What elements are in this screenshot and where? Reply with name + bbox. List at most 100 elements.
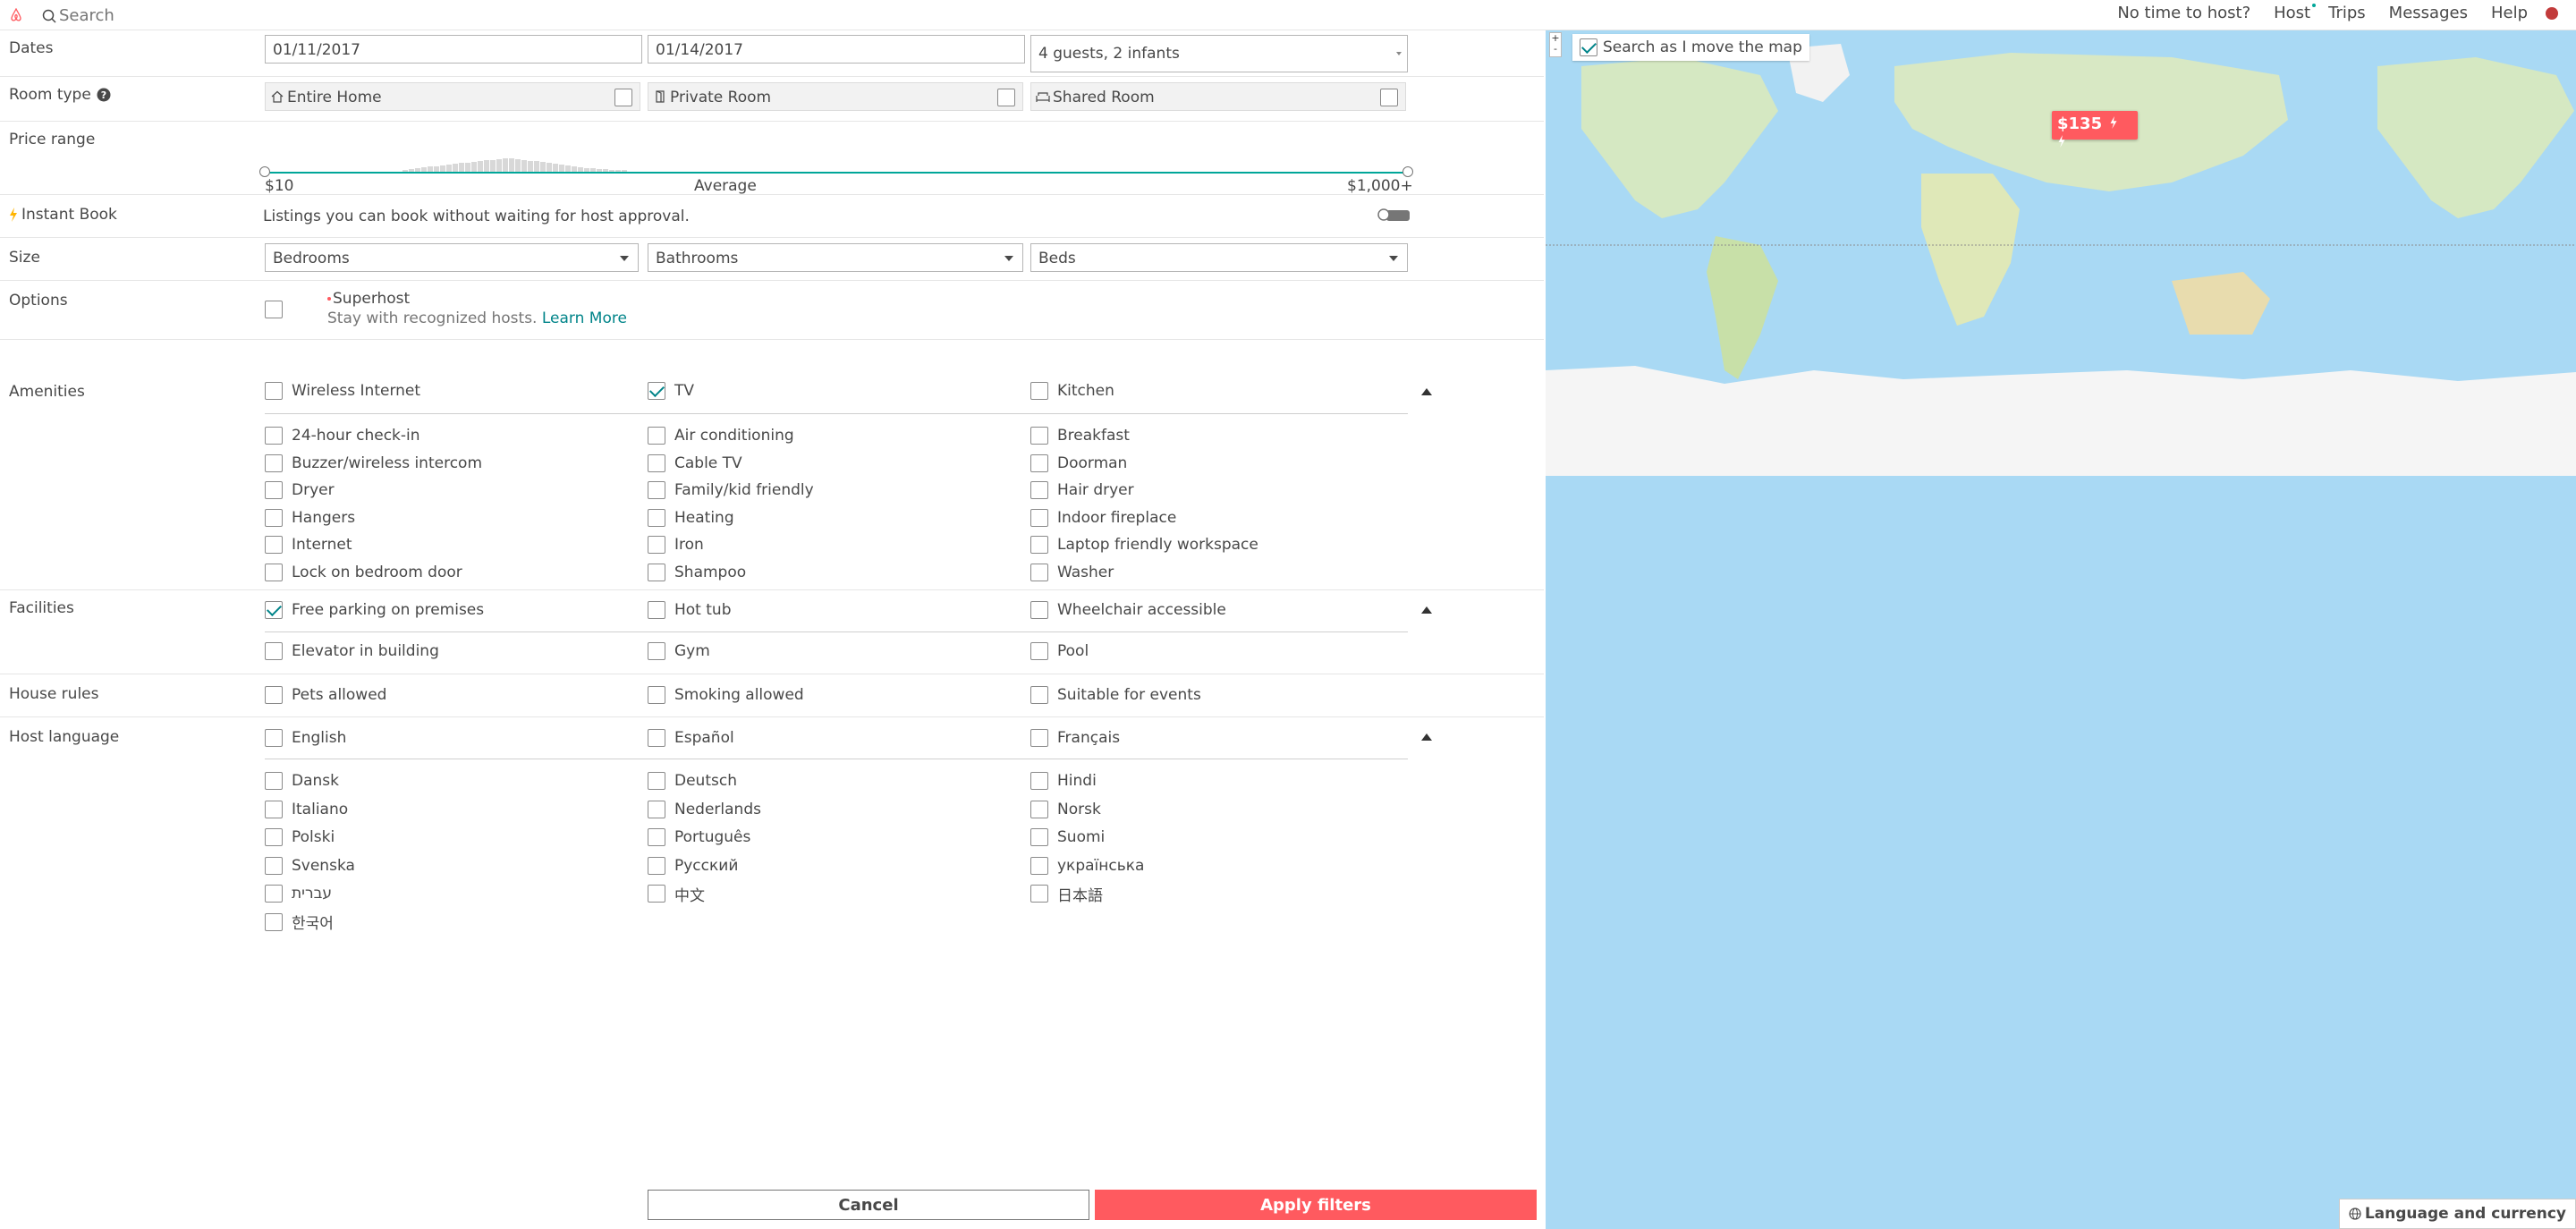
language-item[interactable]: 한국어 bbox=[265, 912, 334, 933]
checkbox[interactable] bbox=[648, 563, 665, 581]
checkbox[interactable] bbox=[265, 601, 283, 619]
avatar[interactable] bbox=[2546, 6, 2558, 20]
price-slider-min-handle[interactable] bbox=[259, 166, 270, 177]
checkbox[interactable] bbox=[265, 642, 283, 660]
nav-no-time-to-host[interactable]: No time to host? bbox=[2117, 4, 2250, 22]
checkbox[interactable] bbox=[265, 729, 283, 747]
facility-wheelchair-accessible[interactable]: Wheelchair accessible bbox=[1030, 600, 1226, 620]
help-icon[interactable]: ? bbox=[97, 88, 111, 102]
language-item[interactable]: עברית bbox=[265, 884, 332, 903]
checkbox[interactable] bbox=[265, 382, 283, 400]
price-slider-max-handle[interactable] bbox=[1402, 166, 1413, 177]
airbnb-logo-icon[interactable] bbox=[9, 8, 23, 22]
amenity-24-hour-check-in[interactable]: 24-hour check-in bbox=[265, 426, 420, 445]
world-map[interactable] bbox=[1546, 30, 2576, 476]
language-item[interactable]: 日本語 bbox=[1030, 884, 1103, 905]
checkbox[interactable] bbox=[648, 601, 665, 619]
checkbox[interactable] bbox=[648, 642, 665, 660]
language-item[interactable]: Русский bbox=[648, 856, 738, 876]
amenity-buzzer-wireless-intercom[interactable]: Buzzer/wireless intercom bbox=[265, 453, 482, 473]
language-hindi[interactable]: Hindi bbox=[1030, 771, 1097, 791]
nav-help[interactable]: Help bbox=[2491, 4, 2528, 22]
amenity-breakfast[interactable]: Breakfast bbox=[1030, 426, 1130, 445]
learn-more-link[interactable]: Learn More bbox=[542, 309, 627, 327]
checkbox[interactable] bbox=[648, 536, 665, 554]
checkbox[interactable] bbox=[265, 508, 283, 527]
checkbox[interactable] bbox=[265, 828, 283, 846]
facility-gym[interactable]: Gym bbox=[648, 641, 710, 661]
checkbox[interactable] bbox=[648, 453, 665, 472]
room-shared-room[interactable]: Shared Room bbox=[1030, 82, 1406, 111]
checkbox[interactable] bbox=[648, 828, 665, 846]
language-item[interactable]: українська bbox=[1030, 856, 1144, 876]
language-espa-ol[interactable]: Español bbox=[648, 728, 734, 748]
collapse-arrow-icon[interactable] bbox=[1421, 388, 1432, 395]
checkbox[interactable] bbox=[265, 800, 283, 818]
checkbox[interactable] bbox=[1030, 427, 1048, 445]
amenity-tv[interactable]: TV bbox=[648, 381, 694, 401]
checkbox[interactable] bbox=[265, 772, 283, 790]
amenity-cable-tv[interactable]: Cable TV bbox=[648, 453, 742, 473]
checkbox[interactable] bbox=[1030, 686, 1048, 704]
checkbox[interactable] bbox=[265, 481, 283, 499]
amenity-wireless-internet[interactable]: Wireless Internet bbox=[265, 381, 420, 401]
checkbox[interactable] bbox=[1030, 508, 1048, 527]
search-as-move-checkbox[interactable] bbox=[1580, 38, 1597, 56]
checkbox[interactable] bbox=[1030, 856, 1048, 875]
checkbox[interactable] bbox=[1030, 772, 1048, 790]
beds-select[interactable]: Beds bbox=[1030, 243, 1408, 272]
search-input[interactable] bbox=[59, 5, 506, 25]
language-nederlands[interactable]: Nederlands bbox=[648, 800, 761, 819]
guests-select[interactable]: 4 guests, 2 infants bbox=[1030, 35, 1408, 72]
checkout-input[interactable]: 01/14/2017 bbox=[648, 35, 1025, 64]
facility-pool[interactable]: Pool bbox=[1030, 641, 1089, 661]
language-fran-ais[interactable]: Français bbox=[1030, 728, 1120, 748]
checkbox[interactable] bbox=[1030, 453, 1048, 472]
amenity-indoor-fireplace[interactable]: Indoor fireplace bbox=[1030, 508, 1176, 528]
language-italiano[interactable]: Italiano bbox=[265, 800, 348, 819]
language-deutsch[interactable]: Deutsch bbox=[648, 771, 737, 791]
search-as-move-checkbox-wrap[interactable]: Search as I move the map bbox=[1572, 34, 1809, 61]
amenity-laptop-friendly-workspace[interactable]: Laptop friendly workspace bbox=[1030, 535, 1258, 555]
checkbox[interactable] bbox=[265, 563, 283, 581]
room-entire-home[interactable]: Entire Home bbox=[265, 82, 640, 111]
nav-trips[interactable]: Trips bbox=[2328, 4, 2366, 22]
checkbox[interactable] bbox=[648, 800, 665, 818]
checkbox[interactable] bbox=[648, 729, 665, 747]
amenity-kitchen[interactable]: Kitchen bbox=[1030, 381, 1114, 401]
checkbox[interactable] bbox=[648, 508, 665, 527]
bathrooms-select[interactable]: Bathrooms bbox=[648, 243, 1023, 272]
facility-elevator-in-building[interactable]: Elevator in building bbox=[265, 641, 439, 661]
language-norsk[interactable]: Norsk bbox=[1030, 800, 1101, 819]
language-currency-button[interactable]: Language and currency bbox=[2338, 1199, 2576, 1229]
amenity-hair-dryer[interactable]: Hair dryer bbox=[1030, 480, 1134, 500]
checkbox[interactable] bbox=[1030, 601, 1048, 619]
facility-hot-tub[interactable]: Hot tub bbox=[648, 600, 731, 620]
facility-free-parking-on-premises[interactable]: Free parking on premises bbox=[265, 600, 484, 620]
zoom-control[interactable]: + - bbox=[1549, 32, 1562, 57]
room-private-room[interactable]: Private Room bbox=[648, 82, 1023, 111]
checkbox[interactable] bbox=[648, 427, 665, 445]
checkbox[interactable] bbox=[1030, 536, 1048, 554]
house-rule-smoking-allowed[interactable]: Smoking allowed bbox=[648, 685, 804, 705]
superhost-checkbox[interactable] bbox=[265, 301, 283, 318]
checkbox[interactable] bbox=[265, 427, 283, 445]
amenity-air-conditioning[interactable]: Air conditioning bbox=[648, 426, 794, 445]
nav-messages[interactable]: Messages bbox=[2389, 4, 2468, 22]
language-dansk[interactable]: Dansk bbox=[265, 771, 339, 791]
checkbox[interactable] bbox=[648, 382, 665, 400]
house-rule-suitable-for-events[interactable]: Suitable for events bbox=[1030, 685, 1201, 705]
amenity-hangers[interactable]: Hangers bbox=[265, 508, 355, 528]
checkbox[interactable] bbox=[1030, 828, 1048, 846]
room-private-room-checkbox[interactable] bbox=[997, 89, 1015, 106]
language-suomi[interactable]: Suomi bbox=[1030, 827, 1105, 847]
amenity-internet[interactable]: Internet bbox=[265, 535, 352, 555]
checkbox[interactable] bbox=[648, 772, 665, 790]
room-shared-room-checkbox[interactable] bbox=[1380, 89, 1398, 106]
checkbox[interactable] bbox=[648, 856, 665, 875]
checkbox[interactable] bbox=[1030, 481, 1048, 499]
apply-filters-button[interactable]: Apply filters bbox=[1095, 1190, 1537, 1220]
collapse-arrow-icon[interactable] bbox=[1421, 733, 1432, 741]
checkbox[interactable] bbox=[1030, 885, 1048, 903]
room-entire-home-checkbox[interactable] bbox=[614, 89, 632, 106]
